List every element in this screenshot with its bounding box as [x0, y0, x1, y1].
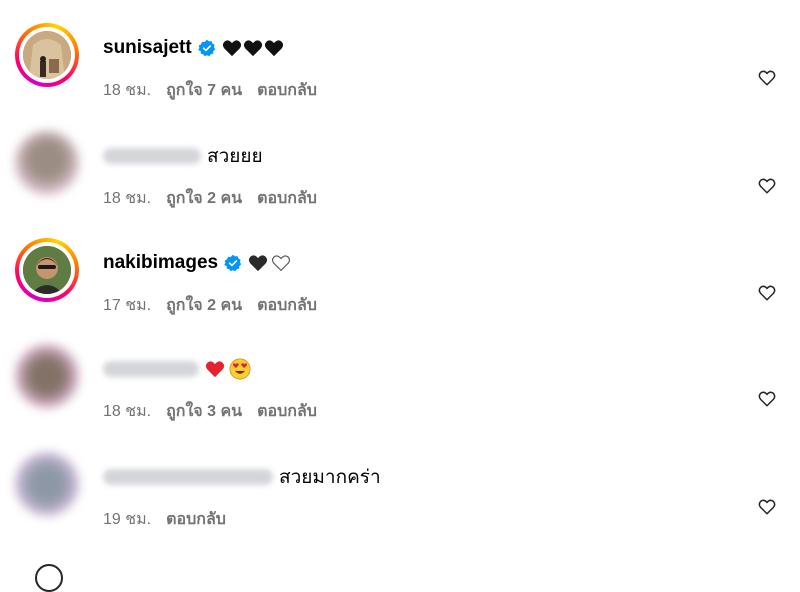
like-count[interactable]: ถูกใจ 2 คน [166, 186, 242, 211]
heart-outline-icon[interactable] [758, 177, 776, 195]
comment-emoji [222, 39, 284, 57]
avatar[interactable] [15, 23, 79, 87]
comment-header: สวยยย [103, 143, 263, 169]
black-heart-icon [249, 255, 268, 272]
black-heart-icon [243, 40, 262, 57]
reply-button[interactable]: ตอบกลับ [257, 186, 317, 211]
white-heart-icon [272, 255, 291, 272]
reply-button[interactable]: ตอบกลับ [166, 507, 226, 532]
timestamp[interactable]: 17 ชม. [103, 293, 151, 318]
comment-meta: 18 ชม. ถูกใจ 7 คน ตอบกลับ [103, 78, 317, 103]
comment-item: nakibimages 17 ชม. ถูกใจ 2 คน ตอบกลับ [0, 238, 800, 338]
timestamp[interactable]: 18 ชม. [103, 78, 151, 103]
reply-button[interactable]: ตอบกลับ [257, 293, 317, 318]
verified-badge-icon [224, 254, 242, 272]
like-count[interactable]: ถูกใจ 7 คน [166, 78, 242, 103]
like-count[interactable]: ถูกใจ 3 คน [166, 399, 242, 424]
username[interactable]: nakibimages [103, 252, 218, 274]
comment-header: sunisajett [103, 35, 284, 61]
comment-meta: 17 ชม. ถูกใจ 2 คน ตอบกลับ [103, 293, 317, 318]
username-redacted[interactable] [103, 148, 201, 164]
comment-item: สวยมากคร่า 19 ชม. ตอบกลับ [0, 452, 800, 552]
comment-header: nakibimages [103, 250, 291, 276]
heart-eyes-face-icon [229, 358, 251, 380]
black-heart-icon [222, 40, 241, 57]
comment-header [103, 356, 251, 382]
comment-item: สวยยย 18 ชม. ถูกใจ 2 คน ตอบกลับ [0, 131, 800, 231]
comment-item: sunisajett 18 ชม. ถูกใจ 7 คน ตอบกลับ [0, 23, 800, 123]
reply-button[interactable]: ตอบกลับ [257, 78, 317, 103]
avatar[interactable] [15, 238, 79, 302]
comment-meta: 18 ชม. ถูกใจ 3 คน ตอบกลับ [103, 399, 317, 424]
avatar[interactable] [15, 344, 79, 408]
like-count[interactable]: ถูกใจ 2 คน [166, 293, 242, 318]
red-heart-icon [205, 361, 225, 378]
heart-outline-icon[interactable] [758, 69, 776, 87]
username-redacted[interactable] [103, 469, 273, 485]
username-redacted[interactable] [103, 361, 199, 377]
comment-item: 18 ชม. ถูกใจ 3 คน ตอบกลับ [0, 344, 800, 444]
timestamp[interactable]: 19 ชม. [103, 507, 151, 532]
reply-button[interactable]: ตอบกลับ [257, 399, 317, 424]
heart-outline-icon[interactable] [758, 284, 776, 302]
comment-header: สวยมากคร่า [103, 464, 381, 490]
comment-text: สวยยย [207, 146, 263, 167]
timestamp[interactable]: 18 ชม. [103, 186, 151, 211]
black-heart-icon [264, 40, 283, 57]
comment-text: สวยมากคร่า [279, 467, 381, 488]
next-comment-avatar[interactable] [35, 564, 63, 592]
comment-emoji [205, 358, 251, 380]
timestamp[interactable]: 18 ชม. [103, 399, 151, 424]
avatar[interactable] [15, 452, 79, 516]
comment-meta: 18 ชม. ถูกใจ 2 คน ตอบกลับ [103, 186, 317, 211]
verified-badge-icon [197, 39, 215, 57]
comment-emoji [248, 254, 291, 272]
heart-outline-icon[interactable] [758, 390, 776, 408]
username[interactable]: sunisajett [103, 37, 192, 59]
avatar[interactable] [15, 131, 79, 195]
comment-meta: 19 ชม. ตอบกลับ [103, 507, 226, 532]
heart-outline-icon[interactable] [758, 498, 776, 516]
